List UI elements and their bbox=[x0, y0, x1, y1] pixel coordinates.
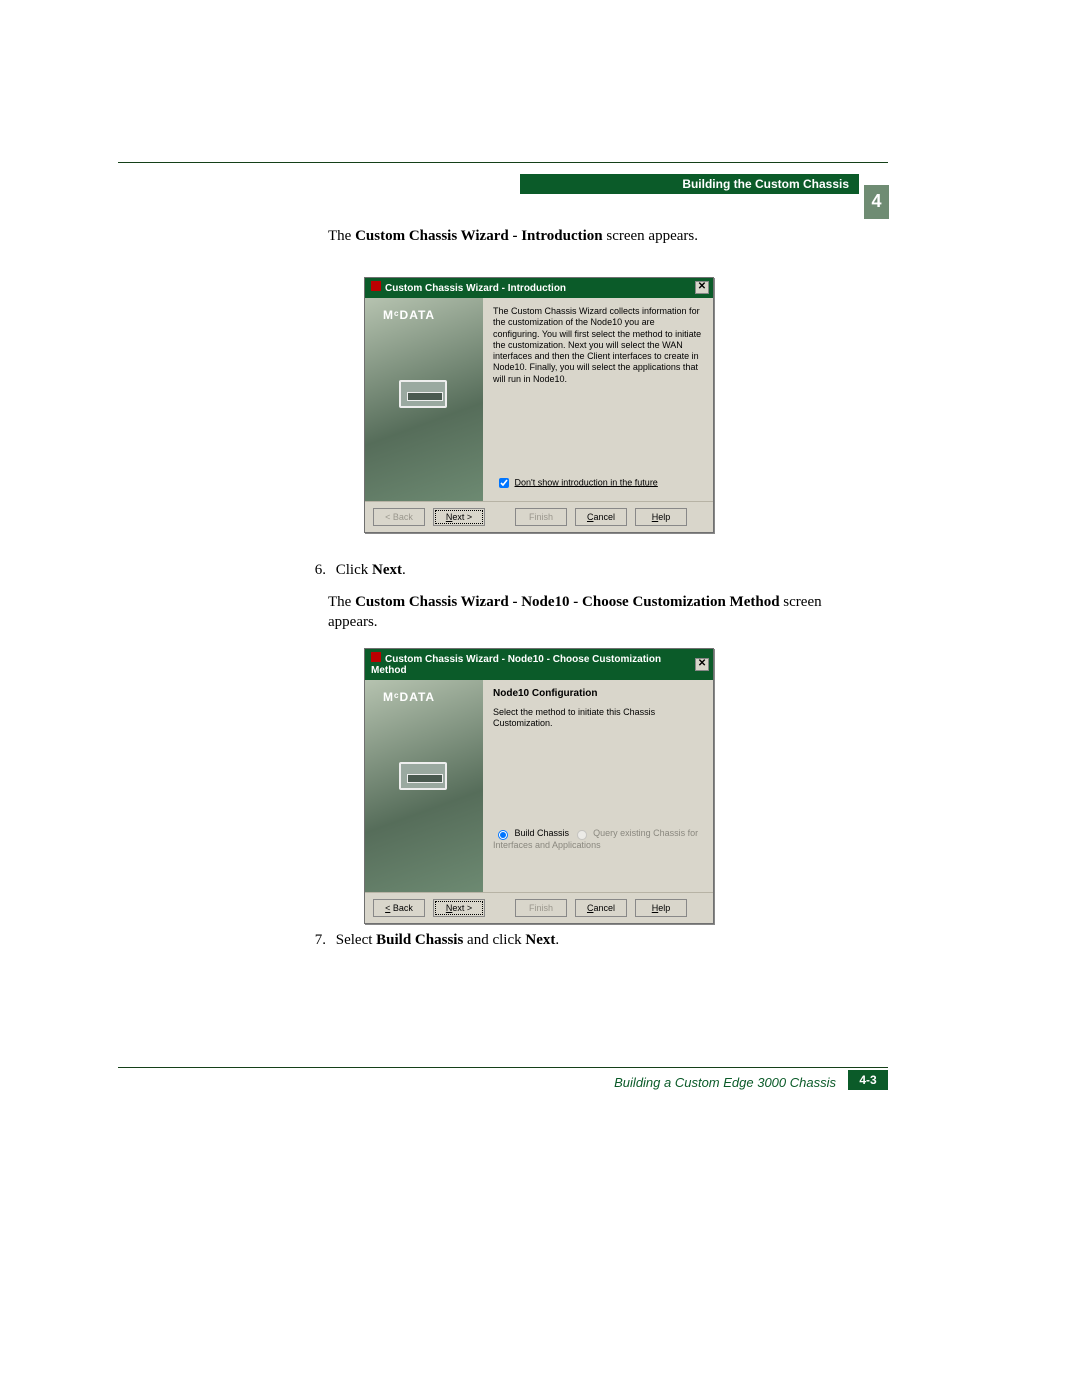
intro-text-2: The Custom Chassis Wizard - Node10 - Cho… bbox=[328, 592, 868, 633]
t: The bbox=[328, 594, 355, 610]
footer-title: Building a Custom Edge 3000 Chassis bbox=[614, 1075, 836, 1090]
dialog-content: Node10 Configuration Select the method t… bbox=[483, 680, 713, 892]
t: Next bbox=[372, 562, 402, 578]
t: and click bbox=[463, 932, 525, 948]
footer-rule bbox=[118, 1067, 888, 1068]
radio-group: Build Chassis Query existing Chassis for… bbox=[493, 827, 703, 851]
t: Click bbox=[336, 562, 372, 578]
dialog-titlebar: Custom Chassis Wizard - Introduction ✕ bbox=[365, 278, 713, 298]
title-left: Custom Chassis Wizard - Introduction bbox=[371, 281, 566, 294]
device-icon bbox=[399, 762, 447, 790]
t: . bbox=[402, 562, 406, 578]
footer-page-number: 4-3 bbox=[848, 1070, 888, 1090]
t: Select bbox=[336, 932, 376, 948]
chapter-tab: 4 bbox=[864, 185, 889, 219]
dialog-title-text: Custom Chassis Wizard - Node10 - Choose … bbox=[371, 654, 661, 676]
step-7: 7. Select Build Chassis and click Next. bbox=[306, 932, 559, 949]
dialog-button-row: < Back Next > Finish Cancel Help bbox=[365, 892, 713, 923]
device-icon bbox=[399, 380, 447, 408]
config-subtext: Select the method to initiate this Chass… bbox=[493, 707, 703, 730]
cancel-button[interactable]: Cancel bbox=[575, 899, 627, 917]
close-icon[interactable]: ✕ bbox=[695, 658, 709, 671]
dialog-intro: Custom Chassis Wizard - Introduction ✕ M… bbox=[364, 277, 714, 533]
t: Next bbox=[525, 932, 555, 948]
back-button[interactable]: < Back bbox=[373, 508, 425, 526]
t: Custom Chassis Wizard - Node10 - Choose … bbox=[355, 594, 779, 610]
dialog-sidebar: MᶜDATA bbox=[365, 298, 483, 501]
page-footer: Building a Custom Edge 3000 Chassis 4-3 bbox=[118, 1067, 888, 1093]
dialog-title-text: Custom Chassis Wizard - Introduction bbox=[385, 283, 566, 294]
step-num: 7. bbox=[306, 932, 326, 949]
intro-text-1: The Custom Chassis Wizard - Introduction… bbox=[328, 226, 858, 246]
dialog-sidebar: MᶜDATA bbox=[365, 680, 483, 892]
page-rule-top bbox=[118, 162, 888, 163]
app-icon bbox=[371, 281, 381, 291]
brand-logo: MᶜDATA bbox=[383, 308, 483, 322]
back-button[interactable]: < Back bbox=[373, 899, 425, 917]
dialog-choose-method: Custom Chassis Wizard - Node10 - Choose … bbox=[364, 648, 714, 924]
radio-build-input[interactable] bbox=[498, 830, 508, 840]
dont-show-checkbox[interactable]: Don't show introduction in the future bbox=[495, 475, 658, 491]
t: screen appears. bbox=[603, 228, 698, 244]
help-button[interactable]: Help bbox=[635, 508, 687, 526]
dont-show-label: Don't show introduction in the future bbox=[515, 477, 658, 487]
dialog-titlebar: Custom Chassis Wizard - Node10 - Choose … bbox=[365, 649, 713, 680]
radio-query-input[interactable] bbox=[577, 830, 587, 840]
dialog-body: MᶜDATA Node10 Configuration Select the m… bbox=[365, 680, 713, 892]
finish-button[interactable]: Finish bbox=[515, 899, 567, 917]
help-button[interactable]: Help bbox=[635, 899, 687, 917]
next-button[interactable]: Next > bbox=[433, 508, 485, 526]
wizard-intro-text: The Custom Chassis Wizard collects infor… bbox=[493, 306, 703, 385]
section-bar: Building the Custom Chassis bbox=[520, 174, 859, 194]
finish-button[interactable]: Finish bbox=[515, 508, 567, 526]
t: . bbox=[555, 932, 559, 948]
dialog-body: MᶜDATA The Custom Chassis Wizard collect… bbox=[365, 298, 713, 501]
radio-build-chassis[interactable]: Build Chassis bbox=[493, 828, 572, 838]
dialog-button-row: < Back Next > Finish Cancel Help bbox=[365, 501, 713, 532]
t: Custom Chassis Wizard - Introduction bbox=[355, 228, 603, 244]
dialog-content: The Custom Chassis Wizard collects infor… bbox=[483, 298, 713, 501]
next-button[interactable]: Next > bbox=[433, 899, 485, 917]
radio-build-label: Build Chassis bbox=[515, 828, 570, 838]
brand-logo: MᶜDATA bbox=[383, 690, 483, 704]
config-heading: Node10 Configuration bbox=[493, 688, 703, 701]
app-icon bbox=[371, 652, 381, 662]
title-left: Custom Chassis Wizard - Node10 - Choose … bbox=[371, 652, 695, 676]
cancel-button[interactable]: Cancel bbox=[575, 508, 627, 526]
close-icon[interactable]: ✕ bbox=[695, 281, 709, 294]
t: Build Chassis bbox=[376, 932, 463, 948]
step-num: 6. bbox=[306, 562, 326, 579]
step-6: 6. Click Next. bbox=[306, 562, 406, 579]
dont-show-check[interactable] bbox=[499, 478, 509, 488]
t: The bbox=[328, 228, 355, 244]
